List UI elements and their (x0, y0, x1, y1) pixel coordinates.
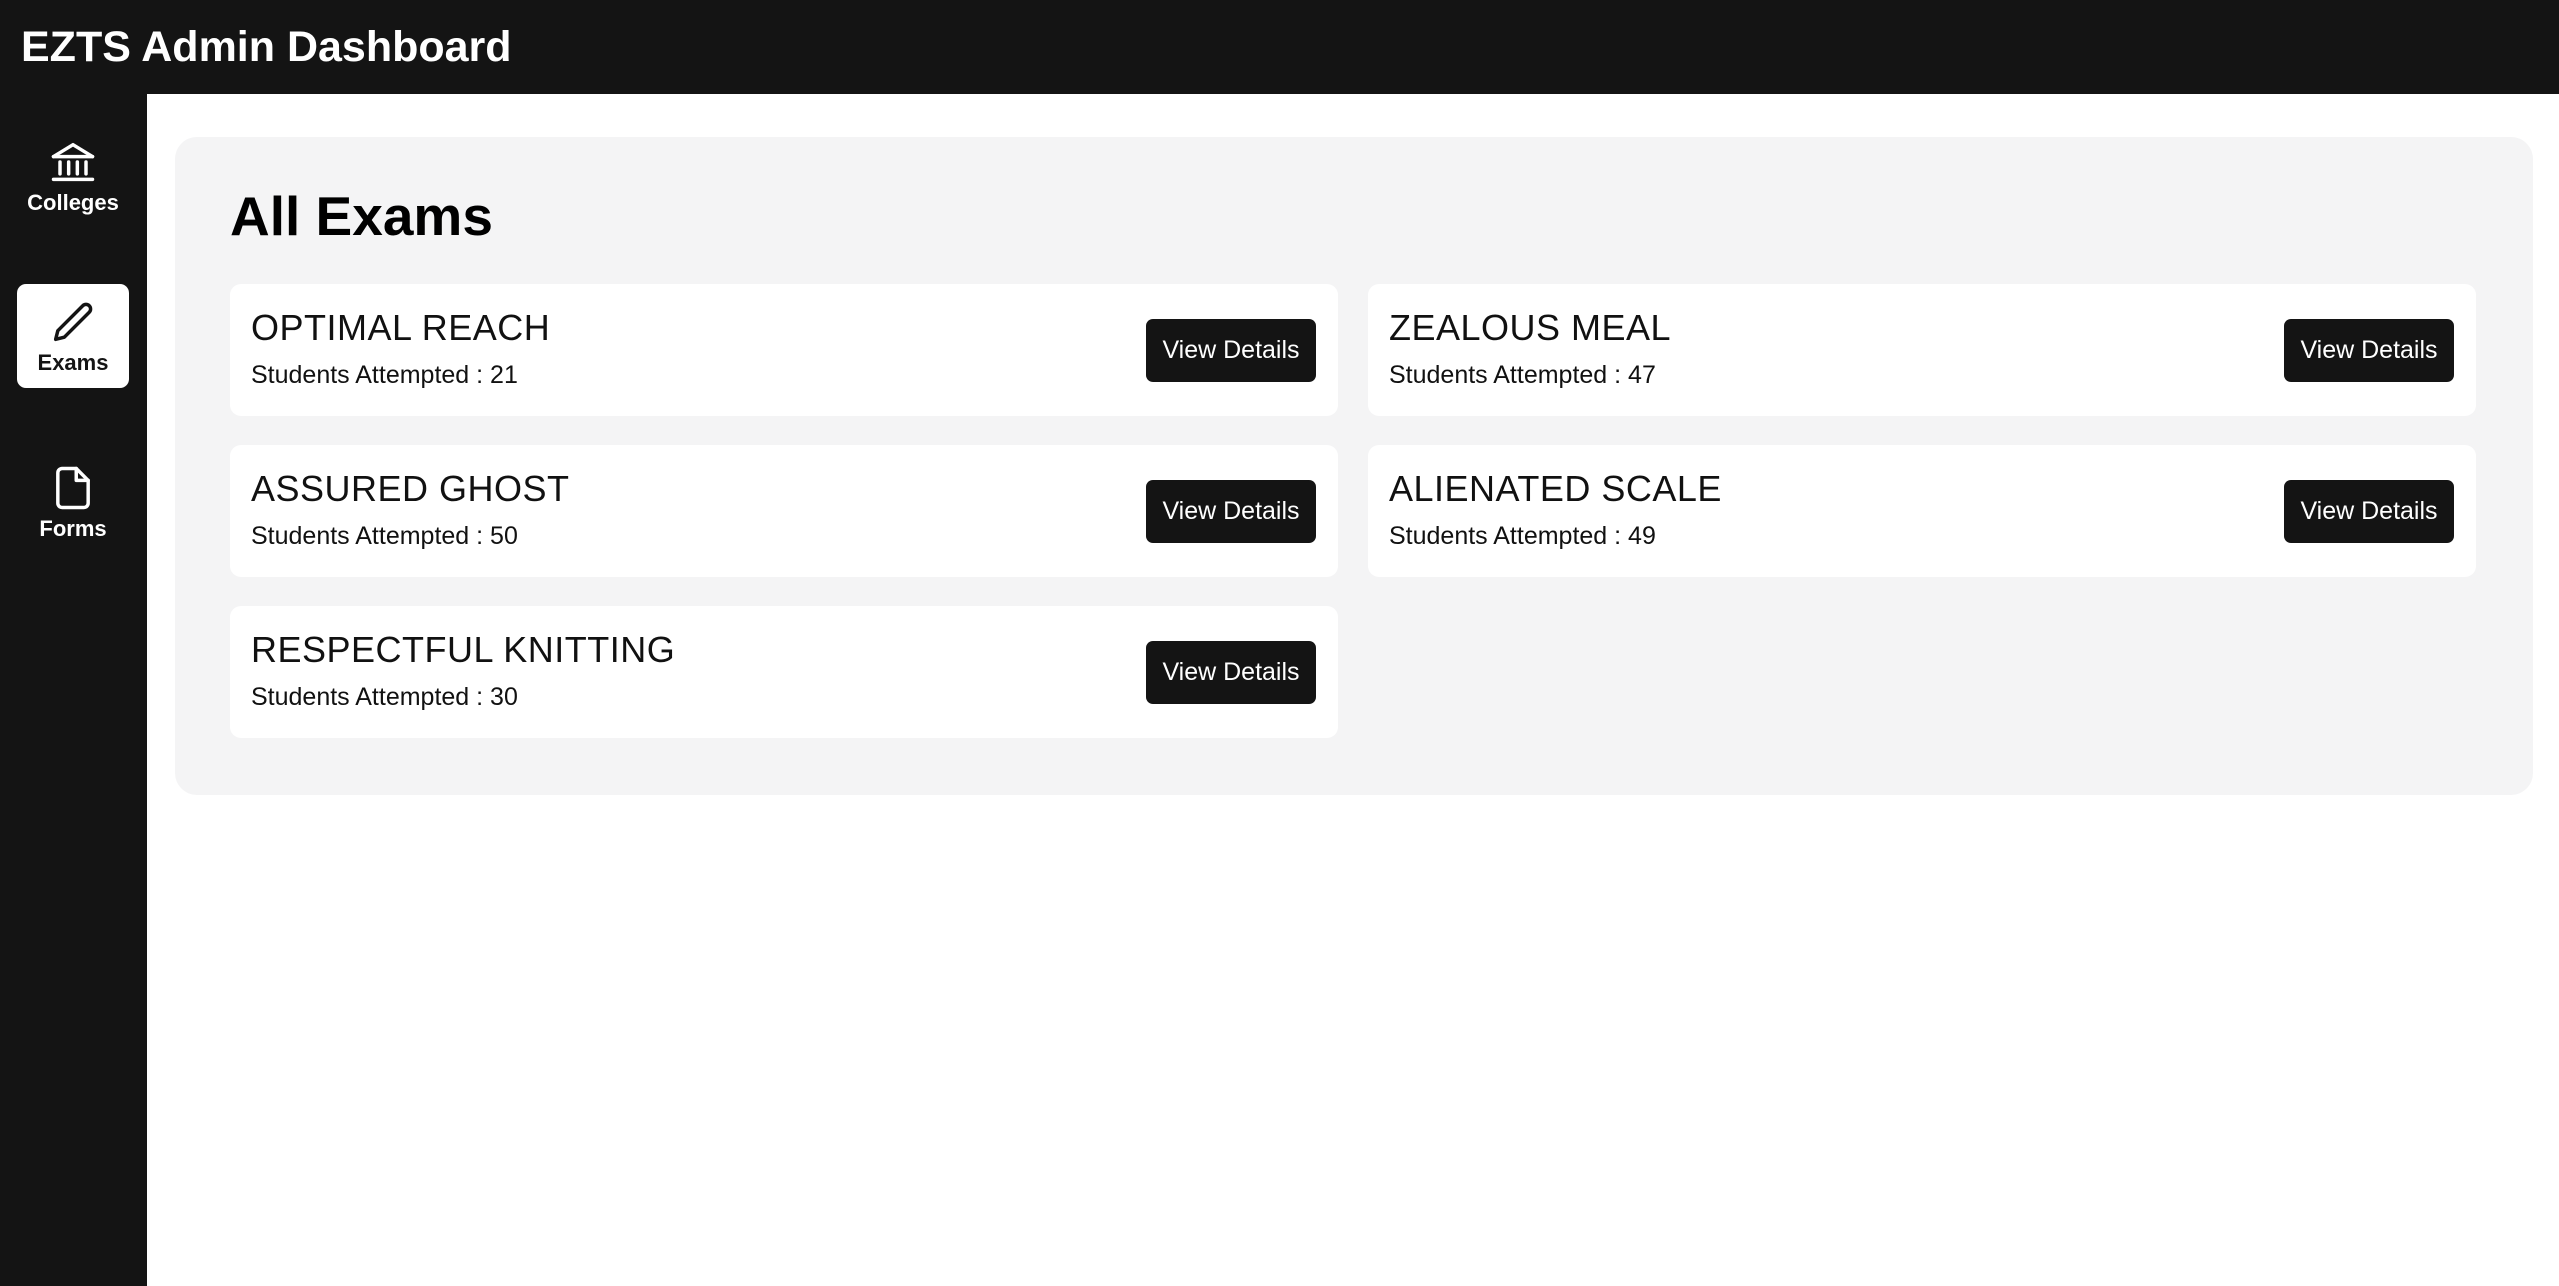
sidebar-item-forms[interactable]: Forms (17, 450, 129, 554)
students-attempted: Students Attempted : 50 (251, 522, 518, 551)
students-attempted: Students Attempted : 30 (251, 683, 518, 712)
exam-name: RESPECTFUL KNITTING (251, 629, 676, 670)
sidebar-item-label: Exams (37, 350, 109, 375)
view-details-button[interactable]: View Details (1146, 480, 1316, 543)
attempts-count: 49 (1628, 522, 1656, 550)
exam-card: ASSURED GHOST Students Attempted : 50 Vi… (230, 445, 1338, 577)
top-bar: EZTS Admin Dashboard (0, 0, 2559, 94)
exam-name: ALIENATED SCALE (1389, 468, 1722, 509)
attempts-count: 30 (490, 683, 518, 711)
sidebar-item-exams[interactable]: Exams (17, 284, 129, 388)
attempts-label: Students Attempted : (1389, 522, 1622, 550)
exam-card: OPTIMAL REACH Students Attempted : 21 Vi… (230, 284, 1338, 416)
students-attempted: Students Attempted : 47 (1389, 361, 1656, 390)
exam-name: ASSURED GHOST (251, 468, 570, 509)
attempts-label: Students Attempted : (1389, 361, 1622, 389)
app-title: EZTS Admin Dashboard (21, 22, 512, 71)
sidebar-item-label: Forms (39, 516, 107, 541)
sidebar-item-colleges[interactable]: Colleges (17, 124, 129, 228)
page-title: All Exams (230, 185, 493, 247)
attempts-label: Students Attempted : (251, 522, 484, 550)
view-details-button[interactable]: View Details (1146, 319, 1316, 382)
exam-name: OPTIMAL REACH (251, 307, 551, 348)
exam-card: RESPECTFUL KNITTING Students Attempted :… (230, 606, 1338, 738)
view-details-button[interactable]: View Details (2284, 480, 2454, 543)
attempts-label: Students Attempted : (251, 361, 484, 389)
exam-card: ALIENATED SCALE Students Attempted : 49 … (1368, 445, 2476, 577)
attempts-count: 50 (490, 522, 518, 550)
view-details-button[interactable]: View Details (1146, 641, 1316, 704)
attempts-label: Students Attempted : (251, 683, 484, 711)
bank-icon (51, 142, 95, 182)
exam-name: ZEALOUS MEAL (1389, 307, 1672, 348)
attempts-count: 47 (1628, 361, 1656, 389)
attempts-count: 21 (490, 361, 518, 389)
exam-card: ZEALOUS MEAL Students Attempted : 47 Vie… (1368, 284, 2476, 416)
sidebar: Colleges Exams Forms (0, 94, 147, 1286)
pencil-icon (53, 302, 93, 342)
file-icon (56, 466, 90, 510)
students-attempted: Students Attempted : 21 (251, 361, 518, 390)
sidebar-item-label: Colleges (27, 190, 119, 215)
view-details-button[interactable]: View Details (2284, 319, 2454, 382)
exams-panel: All Exams OPTIMAL REACH Students Attempt… (175, 137, 2533, 795)
students-attempted: Students Attempted : 49 (1389, 522, 1656, 551)
